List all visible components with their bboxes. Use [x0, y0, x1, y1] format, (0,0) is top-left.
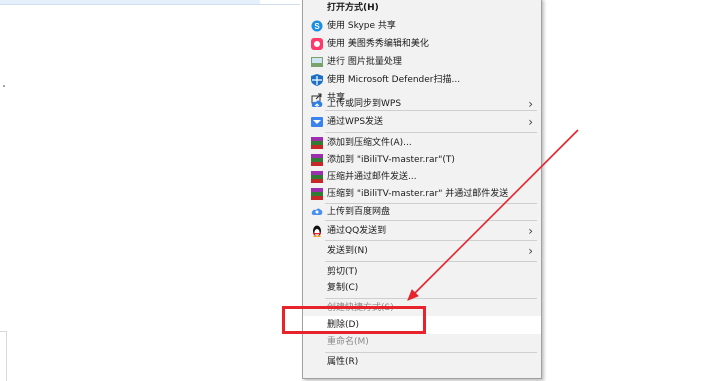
- annotation-arrow: [407, 129, 579, 301]
